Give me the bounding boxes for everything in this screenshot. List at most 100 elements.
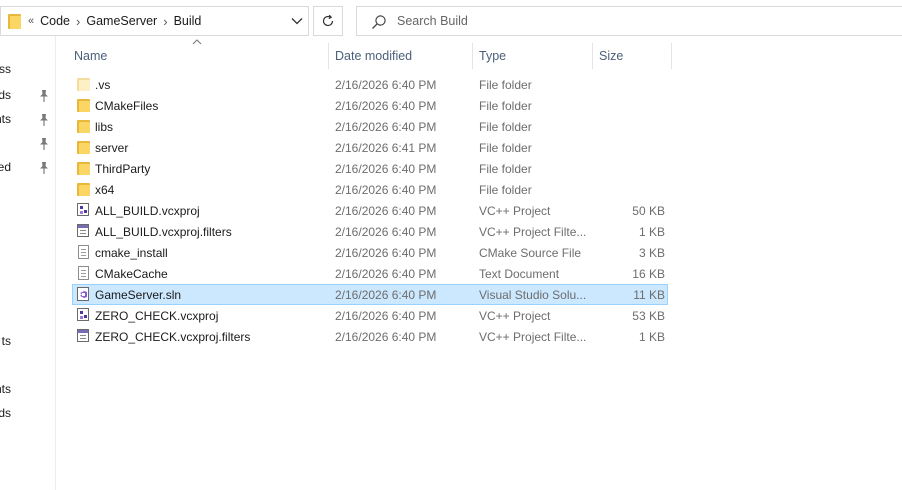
pin-icon[interactable] xyxy=(38,161,50,175)
file-type: VC++ Project Filte... xyxy=(479,330,587,344)
file-name: ALL_BUILD.vcxproj.filters xyxy=(95,225,232,239)
file-date: 2/16/2026 6:40 PM xyxy=(335,99,437,113)
file-size: 16 KB xyxy=(632,267,665,281)
file-date: 2/16/2026 6:40 PM xyxy=(335,288,437,302)
folder-icon xyxy=(77,182,91,197)
filters-icon xyxy=(77,224,89,237)
file-name: x64 xyxy=(95,183,115,197)
column-header-type[interactable]: Type xyxy=(473,43,592,69)
chevron-right-icon[interactable]: › xyxy=(157,14,173,29)
file-name: .vs xyxy=(95,78,111,92)
search-box[interactable] xyxy=(356,6,902,36)
folder-icon xyxy=(77,119,91,134)
file-name: ZERO_CHECK.vcxproj.filters xyxy=(95,330,251,344)
folder-icon xyxy=(77,140,91,155)
file-date: 2/16/2026 6:40 PM xyxy=(335,267,437,281)
file-size: 50 KB xyxy=(632,204,665,218)
file-row[interactable]: ALL_BUILD.vcxproj.filters 2/16/2026 6:40… xyxy=(72,221,668,242)
file-name: server xyxy=(95,141,129,155)
file-row[interactable]: cmake_install 2/16/2026 6:40 PM CMake So… xyxy=(72,242,668,263)
navigation-pane: ss ds nts ed ts nts ds xyxy=(0,36,56,490)
nav-item[interactable]: ss xyxy=(0,58,55,82)
nav-item[interactable]: nts xyxy=(0,378,55,402)
file-date: 2/16/2026 6:40 PM xyxy=(335,78,437,92)
file-size: 11 KB xyxy=(633,288,665,302)
breadcrumb: « Code › GameServer › Build xyxy=(28,7,201,35)
file-type: VC++ Project Filte... xyxy=(479,225,587,239)
vcxproj-icon xyxy=(77,203,89,216)
file-row[interactable]: CMakeFiles 2/16/2026 6:40 PM File folder xyxy=(72,95,668,116)
sln-icon xyxy=(77,287,89,301)
file-date: 2/16/2026 6:40 PM xyxy=(335,246,437,260)
file-row[interactable]: ZERO_CHECK.vcxproj 2/16/2026 6:40 PM VC+… xyxy=(72,305,668,326)
file-row[interactable]: ThirdParty 2/16/2026 6:40 PM File folder xyxy=(72,158,668,179)
column-divider[interactable] xyxy=(671,43,672,69)
column-header-size[interactable]: Size xyxy=(593,43,671,69)
file-type: File folder xyxy=(479,162,532,176)
breadcrumb-build[interactable]: Build xyxy=(174,14,202,28)
folder-hidden-icon xyxy=(77,77,91,92)
file-date: 2/16/2026 6:40 PM xyxy=(335,162,437,176)
file-row-selected[interactable]: GameServer.sln 2/16/2026 6:40 PM Visual … xyxy=(72,284,668,305)
search-input[interactable] xyxy=(397,9,877,33)
file-type: Visual Studio Solu... xyxy=(479,288,587,302)
file-date: 2/16/2026 6:40 PM xyxy=(335,330,437,344)
file-type: File folder xyxy=(479,141,532,155)
file-size: 53 KB xyxy=(632,309,665,323)
chevron-down-icon[interactable] xyxy=(289,13,305,29)
document-icon xyxy=(78,266,89,280)
file-date: 2/16/2026 6:40 PM xyxy=(335,183,437,197)
chevron-right-icon[interactable]: › xyxy=(70,14,86,29)
pin-icon[interactable] xyxy=(38,137,50,151)
file-type: File folder xyxy=(479,120,532,134)
breadcrumb-gameserver[interactable]: GameServer xyxy=(86,14,157,28)
file-type: CMake Source File xyxy=(479,246,582,260)
refresh-button[interactable] xyxy=(313,6,343,36)
file-row[interactable]: CMakeCache 2/16/2026 6:40 PM Text Docume… xyxy=(72,263,668,284)
file-type: File folder xyxy=(479,99,532,113)
file-size: 3 KB xyxy=(638,246,665,260)
nav-item[interactable]: ed xyxy=(0,156,55,180)
file-type: Text Document xyxy=(479,267,560,281)
file-type: File folder xyxy=(479,183,532,197)
file-name: ALL_BUILD.vcxproj xyxy=(95,204,200,218)
file-row[interactable]: .vs 2/16/2026 6:40 PM File folder xyxy=(72,74,668,95)
address-bar[interactable]: « Code › GameServer › Build xyxy=(0,6,309,36)
file-type: File folder xyxy=(479,78,532,92)
nav-item[interactable]: nts xyxy=(0,108,55,132)
refresh-icon xyxy=(322,14,334,27)
breadcrumb-overflow[interactable]: « xyxy=(28,15,40,27)
folder-icon xyxy=(77,161,91,176)
nav-item[interactable]: ds xyxy=(0,84,55,108)
folder-icon xyxy=(77,98,91,113)
nav-item[interactable] xyxy=(0,132,55,156)
file-name: CMakeCache xyxy=(95,267,168,281)
column-header-name[interactable]: Name xyxy=(68,43,328,69)
file-type: VC++ Project xyxy=(479,204,551,218)
folder-icon xyxy=(8,14,21,29)
file-name: cmake_install xyxy=(95,246,168,260)
file-date: 2/16/2026 6:40 PM xyxy=(335,204,437,218)
file-row[interactable]: ALL_BUILD.vcxproj 2/16/2026 6:40 PM VC++… xyxy=(72,200,668,221)
file-row[interactable]: libs 2/16/2026 6:40 PM File folder xyxy=(72,116,668,137)
file-name: GameServer.sln xyxy=(95,288,182,302)
search-icon xyxy=(372,15,386,29)
file-name: ZERO_CHECK.vcxproj xyxy=(95,309,219,323)
file-date: 2/16/2026 6:40 PM xyxy=(335,309,437,323)
column-header-date[interactable]: Date modified xyxy=(329,43,472,69)
file-row[interactable]: server 2/16/2026 6:41 PM File folder xyxy=(72,137,668,158)
file-date: 2/16/2026 6:41 PM xyxy=(335,141,437,155)
nav-item[interactable]: ts xyxy=(0,330,55,354)
filters-icon xyxy=(77,329,89,342)
file-name: libs xyxy=(95,120,114,134)
file-date: 2/16/2026 6:40 PM xyxy=(335,120,437,134)
file-row[interactable]: ZERO_CHECK.vcxproj.filters 2/16/2026 6:4… xyxy=(72,326,668,347)
breadcrumb-code[interactable]: Code xyxy=(40,14,70,28)
pin-icon[interactable] xyxy=(38,89,50,103)
file-name: CMakeFiles xyxy=(95,99,159,113)
nav-item[interactable]: ds xyxy=(0,402,55,426)
file-type: VC++ Project xyxy=(479,309,551,323)
file-row[interactable]: x64 2/16/2026 6:40 PM File folder xyxy=(72,179,668,200)
pin-icon[interactable] xyxy=(38,113,50,127)
file-size: 1 KB xyxy=(638,330,665,344)
